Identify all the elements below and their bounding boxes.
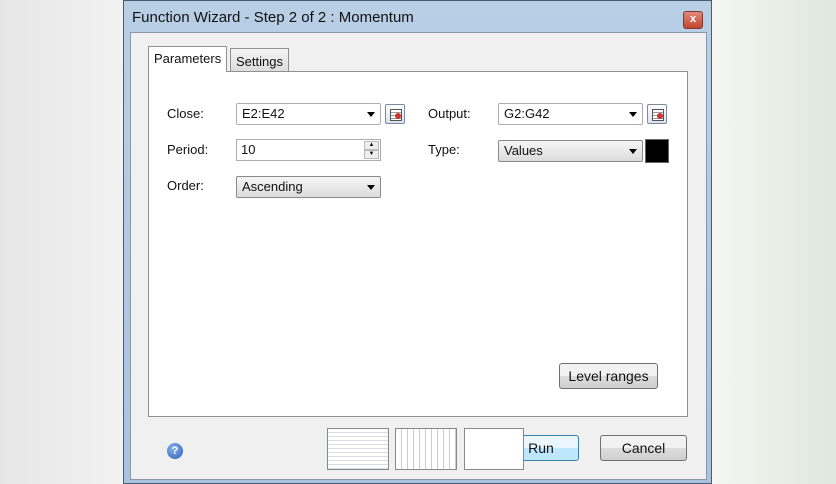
tab-parameters[interactable]: Parameters [148, 46, 228, 72]
dialog-client: Parameters Settings Close: E2:E42 Period… [130, 32, 707, 480]
close-range-select[interactable]: E2:E42 [236, 103, 381, 125]
function-wizard-dialog: Function Wizard - Step 2 of 2 : Momentum… [123, 0, 712, 484]
type-label: Type: [428, 142, 460, 157]
output-label: Output: [428, 106, 471, 121]
spin-up-icon[interactable]: ▲ [364, 141, 379, 150]
cancel-button[interactable]: Cancel [600, 435, 687, 461]
type-value: Values [504, 143, 543, 158]
period-value: 10 [241, 142, 256, 157]
period-label: Period: [167, 142, 209, 157]
close-value: E2:E42 [242, 106, 285, 121]
chevron-down-icon [629, 112, 637, 117]
chevron-down-icon [367, 185, 375, 190]
period-stepper[interactable]: 10 ▲ ▼ [236, 139, 381, 161]
parameters-panel: Close: E2:E42 Period: 10 ▲ ▼ Order: Ascen… [148, 71, 688, 417]
taskbar-thumbnail[interactable] [464, 428, 524, 470]
taskbar-thumbnail[interactable] [395, 428, 457, 470]
close-label: Close: [167, 106, 204, 121]
output-value: G2:G42 [504, 106, 550, 121]
spin-down-icon[interactable]: ▼ [364, 150, 379, 159]
output-range-select[interactable]: G2:G42 [498, 103, 643, 125]
order-select[interactable]: Ascending [236, 176, 381, 198]
close-button[interactable]: x [683, 11, 703, 29]
range-picker-icon[interactable] [647, 104, 667, 124]
level-ranges-button[interactable]: Level ranges [559, 363, 658, 389]
chevron-down-icon [367, 112, 375, 117]
range-picker-icon[interactable] [385, 104, 405, 124]
type-select[interactable]: Values [498, 140, 643, 162]
taskbar-thumbnail[interactable] [327, 428, 389, 470]
help-icon[interactable]: ? [167, 443, 183, 459]
color-swatch[interactable] [645, 139, 669, 163]
chevron-down-icon [629, 149, 637, 154]
window-title: Function Wizard - Step 2 of 2 : Momentum [132, 9, 414, 26]
order-label: Order: [167, 178, 204, 193]
tab-settings[interactable]: Settings [230, 48, 289, 72]
order-value: Ascending [242, 179, 303, 194]
